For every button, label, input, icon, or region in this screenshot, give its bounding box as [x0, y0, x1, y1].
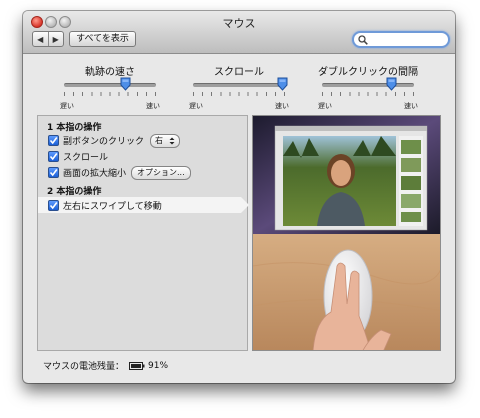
battery-label: マウスの電池残量：	[43, 362, 125, 372]
updown-arrows-icon	[169, 137, 175, 144]
screen-zoom-option[interactable]: 画面の拡大縮小 オプション...	[48, 165, 191, 180]
left-arrow-icon: ◀	[37, 34, 44, 44]
search-input[interactable]	[370, 33, 446, 46]
tracking-speed-thumb[interactable]	[120, 77, 131, 91]
search-field[interactable]	[352, 31, 450, 48]
double-click-speed-ticks	[322, 92, 414, 96]
scroll-speed-track[interactable]	[193, 83, 285, 87]
double-click-speed-slider-group: ダブルクリックの間隔 遅い 速い	[318, 63, 418, 111]
screen-zoom-checkbox[interactable]	[48, 167, 59, 178]
window-title: マウス	[222, 17, 256, 30]
tracking-speed-track[interactable]	[64, 83, 156, 87]
mouse-preferences-window: マウス ◀ ▶ すべてを表示 軌跡の速さ 遅い 速い スクロール 遅い 速い ダ…	[23, 11, 455, 383]
scroll-label: スクロール	[63, 153, 109, 163]
right-arrow-icon: ▶	[52, 34, 59, 44]
double-click-speed-min-label: 遅い	[318, 102, 332, 110]
search-icon	[358, 35, 368, 45]
scroll-speed-max-label: 速い	[275, 102, 289, 110]
tracking-speed-max-label: 速い	[146, 102, 160, 110]
checkmark-icon	[49, 153, 58, 161]
scroll-speed-ticks	[193, 92, 285, 96]
swipe-navigate-label: 左右にスワイプして移動	[63, 202, 162, 212]
scroll-speed-thumb[interactable]	[277, 77, 288, 91]
gesture-options-panel: 1 本指の操作 副ボタンのクリック 右 スクロール 画面の拡大縮小 オプション.…	[37, 115, 249, 351]
tracking-speed-label: 軌跡の速さ	[85, 67, 135, 78]
forward-button[interactable]: ▶	[47, 32, 64, 46]
scroll-speed-label: スクロール	[214, 67, 264, 78]
double-click-speed-thumb[interactable]	[386, 77, 397, 91]
battery-status: マウスの電池残量： 91%	[43, 359, 169, 373]
title-bar: マウス ◀ ▶ すべてを表示	[23, 11, 455, 54]
secondary-click-checkbox[interactable]	[48, 135, 59, 146]
screen-zoom-label: 画面の拡大縮小	[63, 169, 127, 179]
tracking-speed-slider-group: 軌跡の速さ 遅い 速い	[60, 63, 160, 111]
double-click-speed-max-label: 速い	[404, 102, 418, 110]
secondary-click-option[interactable]: 副ボタンのクリック 右	[48, 133, 181, 148]
one-finger-section-title: 1 本指の操作	[47, 123, 102, 133]
checkmark-icon	[49, 137, 58, 145]
selection-pointer	[241, 197, 249, 213]
tracking-speed-ticks	[64, 92, 156, 96]
swipe-option-selected-row[interactable]: 左右にスワイプして移動	[38, 197, 249, 213]
gesture-demo-preview	[252, 115, 441, 351]
navigation-buttons: ◀ ▶	[32, 31, 64, 47]
double-click-speed-track[interactable]	[322, 83, 414, 87]
secondary-click-side-value: 右	[155, 136, 164, 145]
back-button[interactable]: ◀	[33, 32, 48, 46]
swipe-navigate-checkbox[interactable]	[48, 200, 59, 211]
scroll-checkbox[interactable]	[48, 151, 59, 162]
checkmark-icon	[49, 202, 58, 210]
two-finger-section-title: 2 本指の操作	[47, 187, 102, 197]
secondary-click-label: 副ボタンのクリック	[63, 137, 145, 147]
scroll-option[interactable]: スクロール	[48, 150, 108, 163]
scroll-speed-min-label: 遅い	[189, 102, 203, 110]
swipe-navigate-option[interactable]: 左右にスワイプして移動	[48, 199, 162, 212]
battery-value: 91%	[148, 360, 169, 371]
double-click-speed-label: ダブルクリックの間隔	[318, 67, 418, 78]
demo-illustration	[253, 116, 440, 350]
scroll-speed-slider-group: スクロール 遅い 速い	[189, 63, 289, 111]
show-all-button[interactable]: すべてを表示	[69, 31, 136, 47]
checkmark-icon	[49, 169, 58, 177]
zoom-options-button[interactable]: オプション...	[131, 165, 191, 180]
secondary-click-side-popup[interactable]: 右	[150, 133, 181, 148]
tracking-speed-min-label: 遅い	[60, 102, 74, 110]
battery-icon	[129, 361, 145, 370]
